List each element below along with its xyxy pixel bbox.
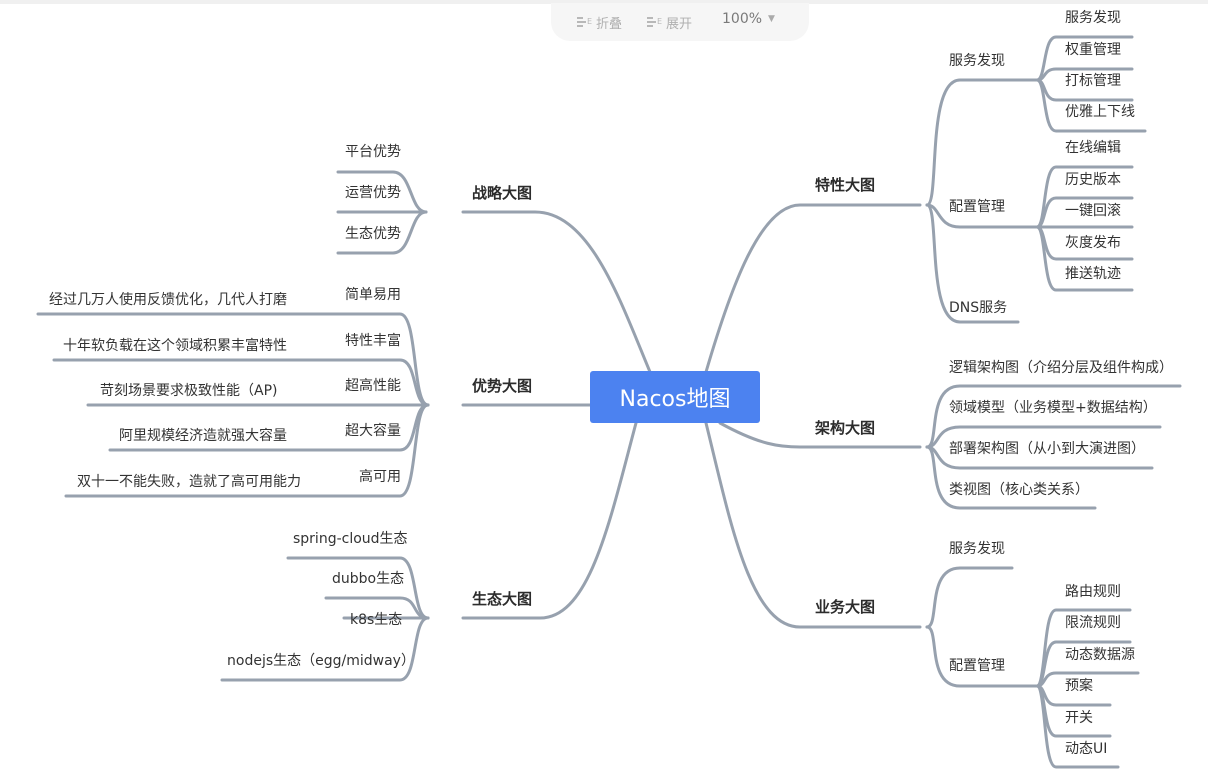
branch-strategy[interactable]: 战略大图 [472,184,532,202]
branch-architecture[interactable]: 架构大图 [815,419,875,437]
features-cm-item-5[interactable]: 推送轨迹 [1065,265,1121,283]
architecture-item-class-view[interactable]: 类视图（核心类关系） [949,481,1089,499]
business-cm-item-2[interactable]: 限流规则 [1065,614,1121,632]
branch-advantage[interactable]: 优势大图 [472,377,532,395]
advantage-detail-easy[interactable]: 经过几万人使用反馈优化，几代人打磨 [49,291,287,309]
ecosystem-item-spring-cloud[interactable]: spring-cloud生态 [293,530,408,548]
business-cm-item-4[interactable]: 预案 [1065,677,1093,695]
advantage-detail-performance[interactable]: 苛刻场景要求极致性能（AP) [100,382,277,400]
advantage-item-availability[interactable]: 高可用 [359,468,401,486]
ecosystem-item-k8s[interactable]: k8s生态 [350,611,402,629]
advantage-item-easy[interactable]: 简单易用 [345,286,401,304]
branch-features[interactable]: 特性大图 [815,176,875,194]
features-sd-item-4[interactable]: 优雅上下线 [1065,103,1135,121]
business-cm-item-1[interactable]: 路由规则 [1065,583,1121,601]
architecture-item-deployment[interactable]: 部署架构图（从小到大演进图） [949,440,1145,458]
branch-ecosystem[interactable]: 生态大图 [472,590,532,608]
strategy-item-ecosystem[interactable]: 生态优势 [345,225,401,243]
features-service-discovery[interactable]: 服务发现 [949,52,1005,70]
advantage-item-capacity[interactable]: 超大容量 [345,422,401,440]
features-cm-item-3[interactable]: 一键回滚 [1065,202,1121,220]
features-cm-item-2[interactable]: 历史版本 [1065,171,1121,189]
root-node[interactable]: Nacos地图 [590,371,760,423]
business-service-discovery[interactable]: 服务发现 [949,540,1005,558]
features-sd-item-1[interactable]: 服务发现 [1065,9,1121,27]
advantage-detail-features[interactable]: 十年软负载在这个领域积累丰富特性 [63,337,287,355]
features-dns[interactable]: DNS服务 [949,299,1007,317]
ecosystem-item-nodejs[interactable]: nodejs生态（egg/midway） [227,652,415,670]
features-sd-item-2[interactable]: 权重管理 [1065,41,1121,59]
advantage-detail-availability[interactable]: 双十一不能失败，造就了高可用能力 [77,473,301,491]
advantage-item-performance[interactable]: 超高性能 [345,377,401,395]
features-cm-item-4[interactable]: 灰度发布 [1065,234,1121,252]
business-cm-item-3[interactable]: 动态数据源 [1065,646,1135,664]
architecture-item-domain[interactable]: 领域模型（业务模型+数据结构） [949,399,1157,417]
features-cm-item-1[interactable]: 在线编辑 [1065,139,1121,157]
business-config-management[interactable]: 配置管理 [949,657,1005,675]
ecosystem-item-dubbo[interactable]: dubbo生态 [332,570,404,588]
branch-business[interactable]: 业务大图 [815,598,875,616]
business-cm-item-5[interactable]: 开关 [1065,709,1093,727]
strategy-item-operation[interactable]: 运营优势 [345,184,401,202]
features-config-management[interactable]: 配置管理 [949,198,1005,216]
business-cm-item-6[interactable]: 动态UI [1065,740,1107,758]
advantage-item-features[interactable]: 特性丰富 [345,332,401,350]
architecture-item-logical[interactable]: 逻辑架构图（介绍分层及组件构成） [949,359,1173,377]
advantage-detail-capacity[interactable]: 阿里规模经济造就强大容量 [119,427,287,445]
strategy-item-platform[interactable]: 平台优势 [345,143,401,161]
features-sd-item-3[interactable]: 打标管理 [1065,72,1121,90]
